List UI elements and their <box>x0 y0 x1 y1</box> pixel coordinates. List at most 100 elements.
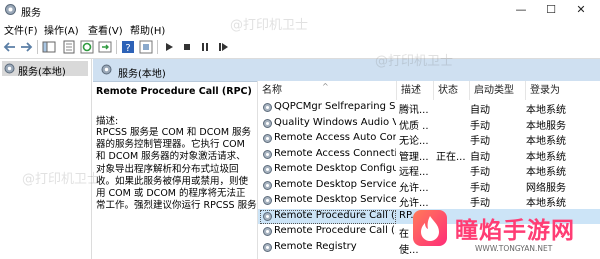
service-log-on-as: 本地系统 <box>526 105 566 115</box>
gear-icon <box>263 118 272 128</box>
maximize-button[interactable]: ☐ <box>536 0 566 20</box>
service-startup-type: 自动 <box>470 151 490 162</box>
back-icon[interactable] <box>3 40 17 54</box>
service-description-panel: Remote Procedure Call (RPC) 描述: RPCSS 服务… <box>96 86 277 211</box>
gear-icon <box>263 180 272 190</box>
menu-help[interactable]: 帮助(H) <box>130 22 165 37</box>
console-tree-icon[interactable] <box>42 40 56 54</box>
gear-icon <box>263 211 272 221</box>
column-header-log-on-as[interactable]: 登录为 <box>526 81 600 100</box>
service-description: 腾讯... <box>399 105 429 115</box>
gear-icon <box>263 196 272 205</box>
service-log-on-as: 本地系统 <box>526 151 566 162</box>
info-icon[interactable] <box>139 40 153 54</box>
service-status <box>436 132 470 146</box>
service-row[interactable]: Remote Access Connecti... 管理... 正在... 自动 本地系… <box>258 147 600 162</box>
column-header-startup-type[interactable]: 启动类型 <box>470 81 526 100</box>
toolbar: ? <box>0 37 600 59</box>
column-header-description[interactable]: 描述 <box>397 81 434 100</box>
refresh-icon[interactable] <box>80 40 94 54</box>
description-line: 用 COM 或 DCOM 的程序将无法正 <box>96 188 246 200</box>
menu-action[interactable]: 操作(A) <box>44 22 79 37</box>
brand-name: 瞳焰手游网 <box>455 218 575 244</box>
service-status <box>436 117 470 131</box>
gear-icon <box>263 227 272 236</box>
forward-icon[interactable] <box>19 40 33 54</box>
pane-header-title: 服务(本地) <box>118 69 166 80</box>
service-row[interactable]: Remote Desktop Configu... 远程... 手动 本地系统 <box>258 162 600 177</box>
service-name: QQPCMgr Selfreparing S... <box>260 101 396 115</box>
service-log-on-as: 网络服务 <box>526 182 566 193</box>
description-line: 器的服务控制管理器。它执行 COM <box>96 139 245 151</box>
description-text: RPCSS 服务是 COM 和 DCOM 服务 器的服务控制管理器。它执行 CO… <box>96 127 277 212</box>
service-row[interactable]: Remote Desktop Services 允许... 手动 网络服务 <box>258 178 600 193</box>
description-line: 收。如果此服务被停用或禁用，则使 <box>96 175 249 187</box>
service-name: Remote Registry <box>260 241 396 255</box>
service-startup-type: 手动 <box>470 120 490 131</box>
pane-header: 服务(本地) <box>93 59 600 82</box>
service-startup-type: 手动 <box>470 167 490 177</box>
service-name: Remote Access Connecti... <box>260 148 396 162</box>
services-icon <box>4 63 15 74</box>
stop-icon[interactable] <box>180 40 194 54</box>
description-line: 常工作。强烈建议你运行 RPCSS 服务。 <box>96 200 267 212</box>
sort-ascending-icon: ^ <box>322 82 329 91</box>
window-title: 服务 <box>21 8 41 19</box>
menu-view[interactable]: 查看(V) <box>88 22 123 37</box>
help-icon[interactable]: ? <box>121 40 135 54</box>
service-description: 管理... <box>399 151 429 162</box>
service-status <box>436 101 470 115</box>
service-row[interactable]: QQPCMgr Selfreparing S... 腾讯... 自动 本地系统 <box>258 100 600 115</box>
selected-service-title: Remote Procedure Call (RPC) <box>96 86 252 97</box>
menu-bar: 文件(F) 操作(A) 查看(V) 帮助(H) <box>0 20 600 37</box>
gear-icon <box>263 149 272 159</box>
service-status <box>436 179 470 193</box>
service-description: 无论... <box>399 136 429 146</box>
service-name: Remote Desktop Services <box>260 179 396 193</box>
gear-icon <box>263 242 272 252</box>
close-button[interactable]: ✕ <box>566 0 596 20</box>
services-icon <box>101 64 112 75</box>
toolbar-separator <box>37 40 38 54</box>
toolbar-separator <box>157 40 158 54</box>
play-icon[interactable] <box>162 40 176 54</box>
menu-file[interactable]: 文件(F) <box>4 22 38 37</box>
properties-icon[interactable] <box>62 40 76 54</box>
service-name: Remote Desktop Configu... <box>260 163 396 177</box>
service-name: Remote Desktop Service... <box>260 194 396 208</box>
column-header-status[interactable]: 状态 <box>434 81 470 100</box>
gear-icon <box>263 134 272 143</box>
export-icon[interactable] <box>98 40 112 54</box>
description-label: 描述: <box>96 116 119 127</box>
column-header-name[interactable]: ^ 名称 <box>258 81 397 100</box>
title-bar: 服务 — ☐ ✕ <box>0 0 600 20</box>
service-startup-type: 手动 <box>470 182 490 193</box>
service-startup-type: 手动 <box>470 136 490 146</box>
tree-item-services-local[interactable]: 服务(本地) <box>2 61 88 78</box>
service-description: 优质 ... <box>399 120 429 131</box>
service-log-on-as: 本地服务 <box>526 120 566 131</box>
service-name: Remote Procedure Call (... <box>260 225 396 239</box>
toolbar-separator <box>116 40 117 54</box>
service-description: 允许... <box>399 182 429 193</box>
tree-item-label: 服务(本地) <box>18 67 66 78</box>
description-line: RPCSS 服务是 COM 和 DCOM 服务 <box>96 127 252 138</box>
minimize-button[interactable]: — <box>506 0 536 20</box>
services-app-icon <box>5 4 16 15</box>
service-startup-type: 自动 <box>470 105 490 115</box>
service-name: Remote Access Auto Con... <box>260 132 396 146</box>
description-line: 和 DCOM 服务器的对象激活请求、 <box>96 151 246 163</box>
brand-badge: 瞳焰手游网 WWW.TONGYAN.NET <box>405 205 600 259</box>
svg-text:?: ? <box>125 43 130 54</box>
pause-icon[interactable] <box>198 40 212 54</box>
service-log-on-as: 本地系统 <box>526 167 566 177</box>
brand-url: WWW.TONGYAN.NET <box>475 244 553 253</box>
gear-icon <box>263 103 272 112</box>
service-status: 正在... <box>436 151 466 162</box>
service-log-on-as: 本地系统 <box>526 136 566 146</box>
service-description: 远程... <box>399 167 429 177</box>
flame-logo-icon <box>413 210 447 246</box>
restart-icon[interactable] <box>216 40 230 54</box>
service-row[interactable]: Quality Windows Audio V... 优质 ... 手动 本地服务 <box>258 116 600 131</box>
service-row[interactable]: Remote Access Auto Con... 无论... 手动 本地系统 <box>258 131 600 146</box>
